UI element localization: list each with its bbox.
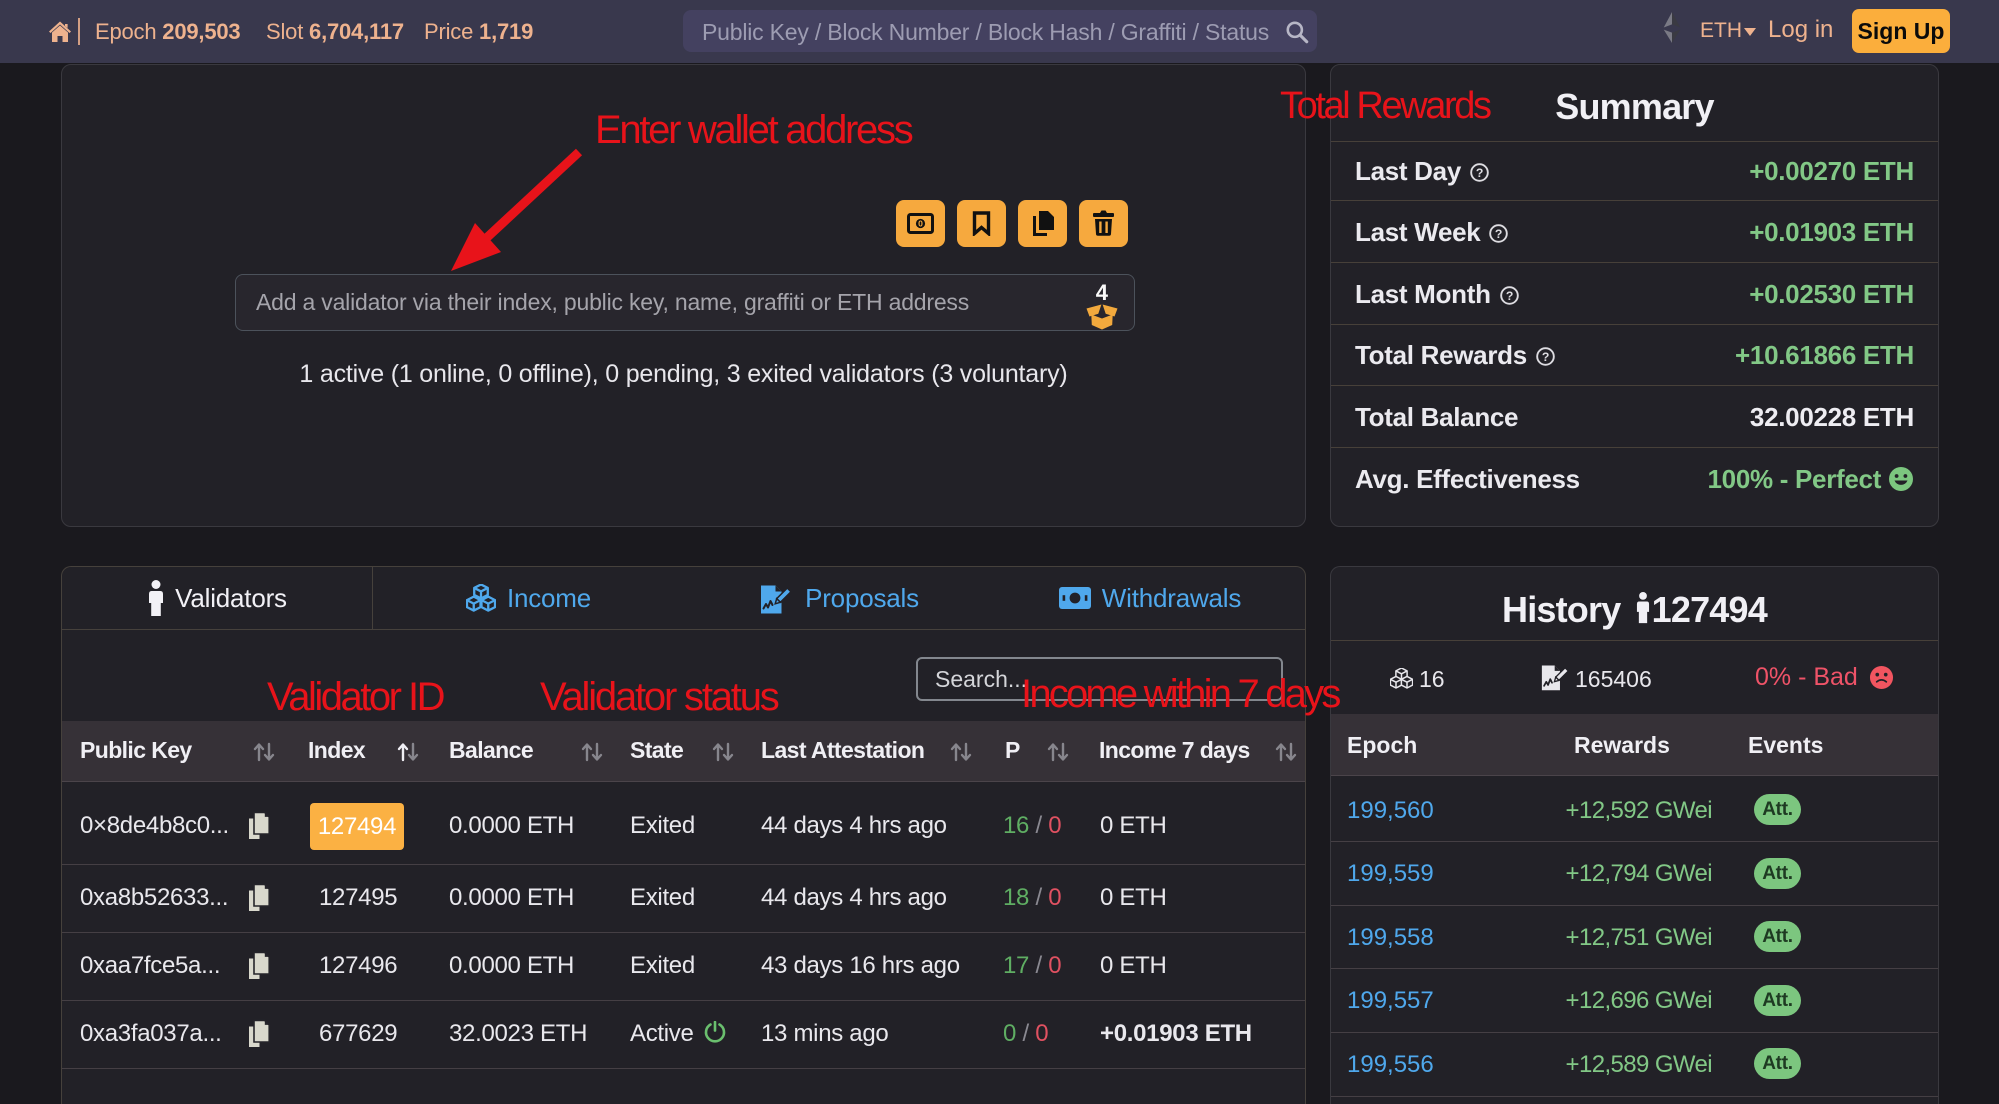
svg-text:?: ? (1495, 227, 1502, 241)
svg-text:0: 0 (918, 219, 923, 229)
svg-text:?: ? (1476, 166, 1483, 180)
svg-text:?: ? (1542, 350, 1549, 364)
svg-text:?: ? (1506, 289, 1513, 303)
